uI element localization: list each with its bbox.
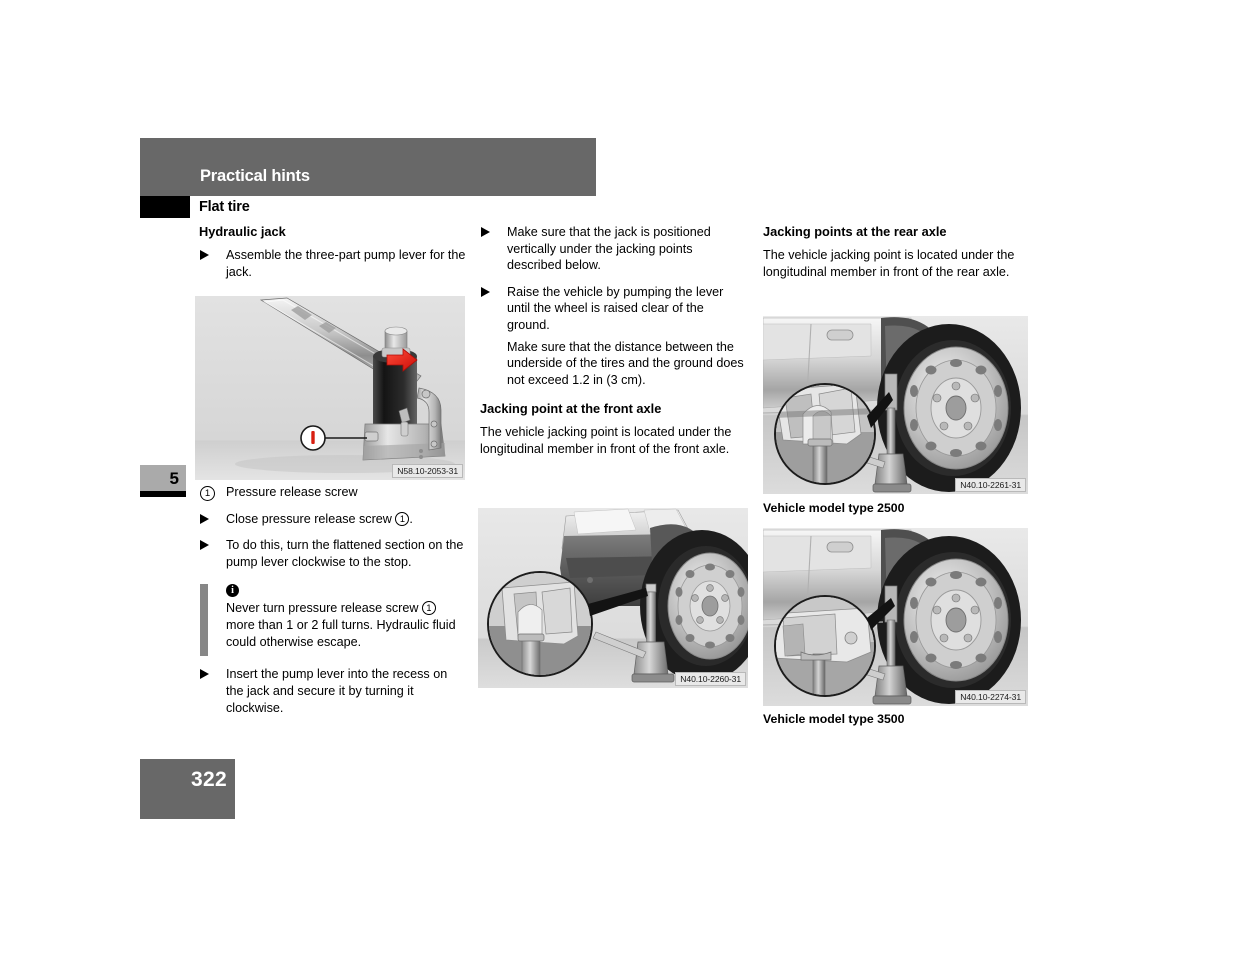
middle-bullet-2: Raise the vehicle by pumping the lever u… [480,284,748,334]
chapter-tab: 5 [140,465,186,491]
triangle-bullet-icon [200,540,209,551]
chapter-tab-number: 5 [169,469,179,488]
rear-axle-jacking-point-2500-figure: N40.10-2261-31 [763,316,1028,494]
middle-column: Make sure that the jack is positioned ve… [480,224,748,458]
note-side-bar [200,584,208,657]
callout-number-1: 1 [200,486,215,501]
rear-axle-3500-illustration [763,528,1028,706]
legend-pressure-release-screw: 1 Pressure release screw [199,484,467,501]
left-bullet-2-text-pre: Close pressure release screw [226,511,396,526]
page-number: 322 [191,768,227,791]
middle-bullet-1: Make sure that the jack is positioned ve… [480,224,748,274]
page-number-box: 322 [140,759,235,819]
note-text-pre: Never turn pressure release screw [226,601,422,616]
left-bullet-4: Insert the pump lever into the recess on… [199,666,467,716]
front-axle-jacking-point-figure: N40.10-2260-31 [478,508,748,688]
left-bullet-3: To do this, turn the flattened section o… [199,537,467,570]
figure-caption-3500: Vehicle model type 3500 [763,712,905,726]
section-title: Flat tire [199,199,250,215]
middle-bullet-2-text: Raise the vehicle by pumping the lever u… [507,284,724,332]
triangle-bullet-icon [200,250,209,260]
triangle-bullet-icon [481,286,490,297]
left-bullet-1-text: Assemble the three-part pump lever for t… [226,248,466,279]
chapter-tab-underline [140,491,186,497]
left-bullet-1: Assemble the three-part pump lever for t… [199,247,467,280]
legend-text: Pressure release screw [226,485,358,499]
rear-axle-body: The vehicle jacking point is located und… [763,248,1015,279]
figure-id-label: N40.10-2261-31 [955,478,1026,492]
chapter-header-bar: Practical hints [140,138,596,196]
rear-axle-heading: Jacking points at the rear axle [763,224,947,239]
hydraulic-jack-figure: N58.10-2053-31 [195,296,465,480]
note-text: Never turn pressure release screw 1 more… [226,600,467,650]
triangle-bullet-icon [200,513,209,524]
left-bullet-2-text-post: . [409,511,413,526]
figure-id-label: N40.10-2260-31 [675,672,746,686]
figure-id-label: N40.10-2274-31 [955,690,1026,704]
left-bullet-2: Close pressure release screw 1. [199,511,467,528]
front-axle-illustration [478,508,748,688]
front-axle-heading: Jacking point at the front axle [480,401,662,417]
info-note-box: i Never turn pressure release screw 1 mo… [199,584,467,657]
middle-bullet-1-text: Make sure that the jack is positioned ve… [507,225,711,273]
front-axle-body: The vehicle jacking point is located und… [480,425,732,456]
chapter-title: Practical hints [200,167,310,185]
figure-caption-2500: Vehicle model type 2500 [763,501,905,515]
info-icon: i [226,584,239,598]
hydraulic-jack-heading: Hydraulic jack [199,224,286,239]
callout-number-inline: 1 [421,601,436,616]
section-marker-block [140,196,190,218]
triangle-bullet-icon [481,227,490,237]
note-text-post: more than 1 or 2 full turns. Hydraulic f… [226,617,456,649]
rear-axle-2500-illustration [763,316,1028,494]
left-column: Hydraulic jack Assemble the three-part p… [199,224,467,290]
left-bullet-3-text: To do this, turn the flattened section o… [226,538,464,569]
triangle-bullet-icon [200,669,209,680]
right-column: Jacking points at the rear axle The vehi… [763,224,1031,280]
middle-subparagraph-1: Make sure that the distance between the … [507,339,744,387]
left-bullet-4-text: Insert the pump lever into the recess on… [226,667,448,715]
figure-id-label: N58.10-2053-31 [392,464,463,478]
left-column-lower: 1 Pressure release screw Close pressure … [199,484,467,726]
callout-number-inline: 1 [395,511,410,526]
rear-axle-jacking-point-3500-figure: N40.10-2274-31 [763,528,1028,706]
hydraulic-jack-illustration [195,296,465,480]
